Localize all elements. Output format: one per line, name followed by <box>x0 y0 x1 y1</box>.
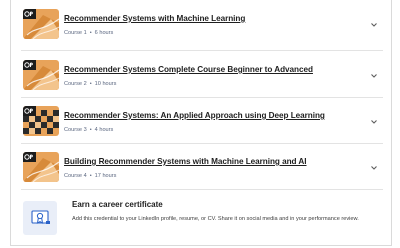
course-meta: Course 4 • 17 hours <box>64 173 116 179</box>
meta-separator: • <box>89 30 92 36</box>
divider <box>21 97 383 98</box>
course-number: Course 3 <box>64 127 87 133</box>
certificate-title: Earn a career certificate <box>72 200 163 209</box>
provider-logo-icon <box>23 9 59 39</box>
course-duration: 10 hours <box>94 81 117 87</box>
meta-separator: • <box>89 81 92 87</box>
provider-logo-icon <box>23 106 59 136</box>
course-number: Course 1 <box>64 30 87 36</box>
course-title[interactable]: Recommender Systems with Machine Learnin… <box>64 14 245 23</box>
chevron-down-icon[interactable] <box>368 20 380 30</box>
provider-logo-icon <box>23 152 59 182</box>
course-row[interactable]: Recommender Systems: An Applied Approach… <box>11 100 393 143</box>
course-thumbnail <box>23 60 59 90</box>
chevron-down-icon[interactable] <box>368 163 380 173</box>
course-row[interactable]: Building Recommender Systems with Machin… <box>11 146 393 189</box>
course-title[interactable]: Recommender Systems: An Applied Approach… <box>64 111 325 120</box>
certificate-description: Add this credential to your LinkedIn pro… <box>72 216 359 222</box>
course-duration: 4 hours <box>94 127 114 133</box>
course-thumbnail <box>23 9 59 39</box>
course-thumbnail <box>23 152 59 182</box>
course-row[interactable]: Recommender Systems with Machine Learnin… <box>11 3 393 46</box>
divider <box>21 50 383 51</box>
chevron-down-icon[interactable] <box>368 71 380 81</box>
certificate-icon-tile <box>23 201 57 235</box>
divider <box>21 189 383 190</box>
course-duration: 6 hours <box>94 30 114 36</box>
course-thumbnail <box>23 106 59 136</box>
course-list-panel: Recommender Systems with Machine Learnin… <box>10 0 392 246</box>
course-title[interactable]: Recommender Systems Complete Course Begi… <box>64 65 313 74</box>
provider-logo-icon <box>23 60 59 90</box>
career-certificate-section: Earn a career certificate Add this crede… <box>21 194 383 238</box>
course-meta: Course 2 • 10 hours <box>64 81 116 87</box>
course-number: Course 2 <box>64 81 87 87</box>
course-meta: Course 3 • 4 hours <box>64 127 113 133</box>
meta-separator: • <box>89 173 92 179</box>
certificate-icon <box>31 210 50 224</box>
meta-separator: • <box>89 127 92 133</box>
course-number: Course 4 <box>64 173 87 179</box>
course-title[interactable]: Building Recommender Systems with Machin… <box>64 157 307 166</box>
course-row[interactable]: Recommender Systems Complete Course Begi… <box>11 54 393 97</box>
course-meta: Course 1 • 6 hours <box>64 30 113 36</box>
divider <box>21 143 383 144</box>
course-duration: 17 hours <box>94 173 117 179</box>
chevron-down-icon[interactable] <box>368 117 380 127</box>
